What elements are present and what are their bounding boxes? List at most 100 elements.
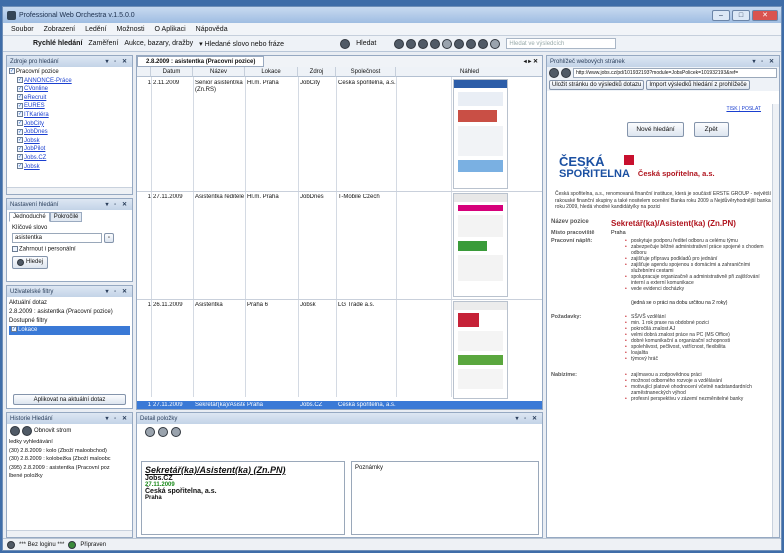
menu-ledeni[interactable]: Ledění [85,26,106,33]
detail-back-icon[interactable] [145,427,155,437]
import-results-button[interactable]: Import výsledků hledání z prohlížeče [646,80,750,90]
tab-simple[interactable]: Jednoduché [9,212,50,222]
tab-advanced[interactable]: Pokročilé [49,212,83,222]
col-header-name[interactable]: Název [193,67,245,77]
checkbox-icon[interactable]: ✓ [17,102,23,109]
search-button[interactable]: Hledat [356,40,376,47]
back-button[interactable]: Zpět [693,122,729,137]
history-refresh-icon[interactable] [22,426,32,436]
panel-controls[interactable]: ▾ ▫ ✕ [516,415,543,422]
nav-refresh-icon[interactable] [430,38,441,49]
tree-item[interactable]: ✓ ANNONCE-Práce [9,77,130,86]
col-header-company[interactable]: Společnost [336,67,396,77]
tree-item[interactable]: ✓ EURES [9,102,130,111]
keyword-options-button[interactable]: ▫ [104,233,114,243]
panel-controls[interactable]: ▾ ▫ ✕ [106,58,133,65]
browser-forward-icon[interactable] [561,68,571,78]
panel-controls[interactable]: ▾ ▫ ✕ [106,201,133,208]
preview-thumbnail[interactable] [453,301,508,399]
url-field[interactable]: http://www.jobs.cz/pd/101932193?module=J… [573,68,777,78]
tree-root[interactable]: ✓ Pracovní pozice [9,68,130,77]
checkbox-icon[interactable]: ✓ [17,137,23,144]
apply-filter-button[interactable]: Aplikovat na aktuální dotaz [13,394,126,405]
browser-back-icon[interactable] [549,68,559,78]
checkbox-icon[interactable]: ✓ [17,162,23,169]
checkbox-icon[interactable]: ✓ [17,94,23,101]
history-item[interactable]: (30) 2.8.2009 : kolobežka (Zboží maloobc [9,455,132,464]
tree-item[interactable]: ✓ JobPilot [9,145,130,154]
tree-item[interactable]: ✓ Jobsk [9,137,130,146]
nav-find-icon[interactable] [490,38,501,49]
checkbox-icon[interactable]: ✓ [17,128,23,135]
checkbox-icon[interactable]: ✓ [9,68,15,75]
col-header-source[interactable]: Zdroj [298,67,336,77]
history-back-icon[interactable] [10,426,20,436]
detail-job-title[interactable]: Sekretář(ka)/Asistent(ka) (Zn.PN) [145,465,341,475]
save-page-button[interactable]: Uložit stránku do výsledků dotazu [549,80,645,90]
nav-print-icon[interactable] [454,38,465,49]
checkbox-icon[interactable]: ✓ [11,326,17,333]
panel-controls[interactable]: ▾ ▫ ✕ [106,288,133,295]
tree-item[interactable]: ✓ JobDnes [9,128,130,137]
results-tab[interactable]: 2.8.2009 : asistentka (Pracovní pozice) [137,56,265,67]
new-search-button[interactable]: Nové hledání [627,122,684,137]
detail-forward-icon[interactable] [158,427,168,437]
history-item[interactable]: lbené položky [9,472,132,481]
refresh-tree-label[interactable]: Obnovit strom [34,428,71,434]
nav-home-icon[interactable] [442,38,453,49]
tree-item[interactable]: ✓ eRecruit [9,94,130,103]
search-in-results-input[interactable]: Hledat ve výsledcích [506,38,617,49]
keyword-input[interactable]: ▾ Hledané slovo nebo fráze [199,40,314,48]
preview-thumbnail[interactable] [453,79,508,189]
hledej-button[interactable]: Hledej [12,255,48,269]
minimize-button[interactable]: – [712,9,730,21]
maximize-button[interactable]: □ [732,9,750,21]
table-row-selected[interactable]: 1 27.11.2009 Sekretář(ka)/Asistent(ka) (… [137,401,542,409]
include-personal-row[interactable]: Zahrnout i personální [12,246,127,253]
panel-controls[interactable]: ▾ ▫ ✕ [753,58,780,65]
col-header-index[interactable] [137,67,151,77]
col-header-preview[interactable]: Náhled [396,67,542,77]
notes-box[interactable]: Poznámky [351,461,539,535]
tab-controls[interactable]: ◂ ▸ ✕ [524,58,542,65]
horizontal-scrollbar[interactable] [7,187,132,194]
checkbox-icon[interactable]: ✓ [17,145,23,152]
panel-controls[interactable]: ▾ ▫ ✕ [106,415,133,422]
tree-item[interactable]: ✓ Jobs.CZ [9,154,130,163]
history-item[interactable]: (30) 2.8.2009 : kolo (Zboží maloobchod) [9,447,132,456]
history-item[interactable]: ledky vyhledávání [9,438,132,447]
detail-refresh-icon[interactable] [171,427,181,437]
nav-forward-icon[interactable] [406,38,417,49]
tree-item[interactable]: ✓ CVonline [9,85,130,94]
print-send-links[interactable]: TISK | POSLAT [547,104,779,112]
zamereni-select[interactable]: Aukce, bazary, dražby [124,40,193,47]
horizontal-scrollbar[interactable] [7,530,132,537]
nav-save-icon[interactable] [466,38,477,49]
nav-stop-icon[interactable] [418,38,429,49]
checkbox-icon[interactable]: ✓ [17,154,23,161]
tree-item[interactable]: ✓ Jobsk [9,162,130,172]
checkbox-icon[interactable]: ✓ [17,119,23,126]
filter-item[interactable]: ✓ Lokace [9,326,130,335]
preview-thumbnail[interactable] [453,193,508,297]
checkbox-icon[interactable]: ✓ [17,111,23,118]
col-header-date[interactable]: Datum [151,67,193,77]
keyword-field[interactable]: asistentka [12,233,102,243]
history-item[interactable]: (395) 2.8.2009 : asistentka (Pracovní po… [9,464,132,473]
close-button[interactable]: ✕ [752,9,778,21]
menu-soubor[interactable]: Soubor [11,26,34,33]
checkbox-icon[interactable]: ✓ [17,77,23,84]
nav-back-icon[interactable] [394,38,405,49]
menu-zobrazeni[interactable]: Zobrazení [44,26,76,33]
tree-item[interactable]: ✓ ITKariéra [9,111,130,120]
checkbox-icon[interactable]: ✓ [17,85,23,92]
menu-moznosti[interactable]: Možnosti [117,26,145,33]
vertical-scrollbar[interactable] [772,104,779,537]
nav-mail-icon[interactable] [478,38,489,49]
tree-item[interactable]: ✓ JobCity [9,119,130,129]
menu-o-aplikaci[interactable]: O Aplikaci [155,26,186,33]
menu-napoveda[interactable]: Nápověda [196,26,228,33]
col-header-location[interactable]: Lokace [245,67,298,77]
detail-company: Česká spořitelna, a.s. [145,488,217,495]
checkbox-icon[interactable] [12,246,18,252]
